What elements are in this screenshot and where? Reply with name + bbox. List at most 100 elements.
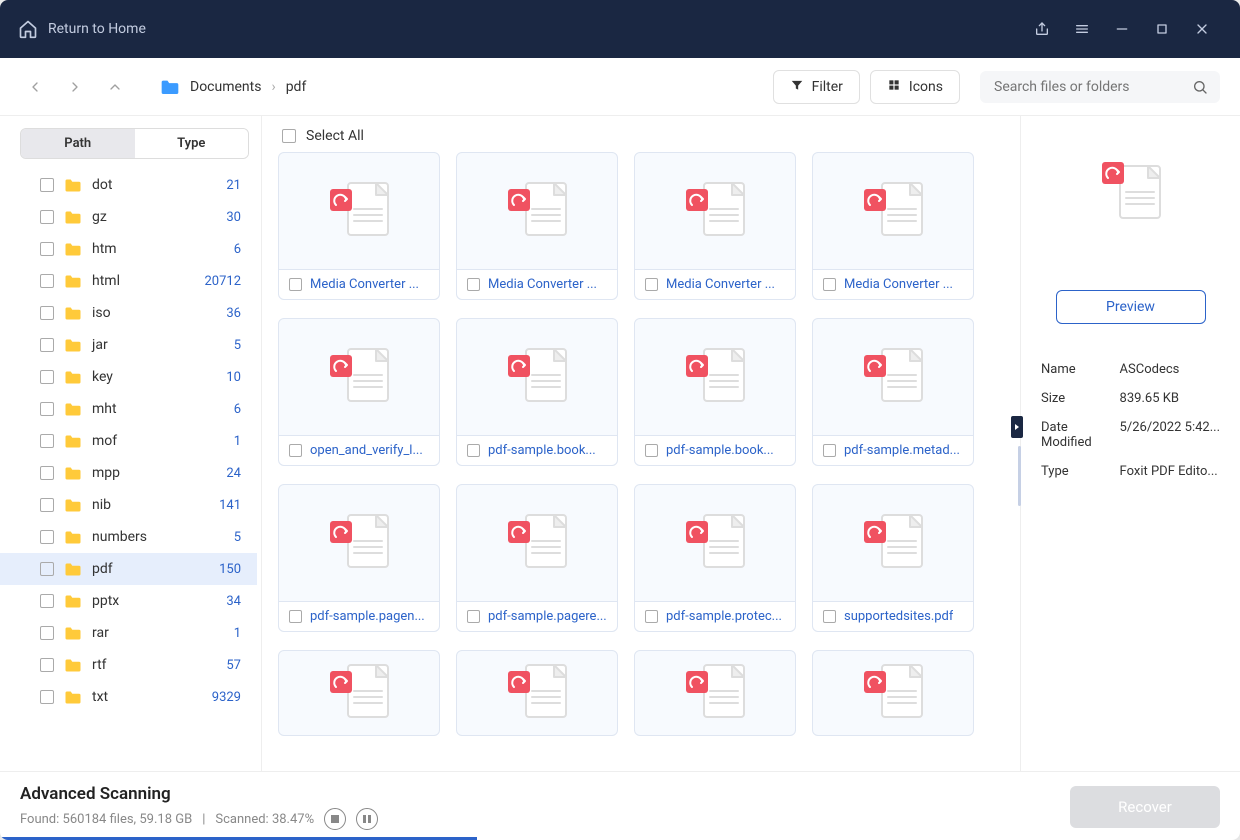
breadcrumb-item[interactable]: Documents [190, 79, 261, 95]
pdf-thumb-icon [635, 651, 795, 735]
up-button[interactable] [100, 72, 130, 102]
file-card[interactable]: open_and_verify_l... [278, 318, 440, 466]
file-card[interactable] [812, 650, 974, 736]
folder-checkbox[interactable] [40, 466, 54, 480]
folder-count: 21 [226, 178, 241, 193]
file-checkbox[interactable] [289, 610, 302, 623]
file-card[interactable]: Media Converter ... [812, 152, 974, 300]
stop-button[interactable] [324, 808, 346, 830]
select-all-row[interactable]: Select All [262, 116, 1020, 152]
maximize-button[interactable] [1142, 9, 1182, 49]
sidebar-item-gz[interactable]: gz30 [0, 201, 257, 233]
folder-checkbox[interactable] [40, 274, 54, 288]
file-checkbox[interactable] [645, 278, 658, 291]
pdf-thumb-icon [813, 485, 973, 601]
folder-checkbox[interactable] [40, 626, 54, 640]
sidebar-item-htm[interactable]: htm6 [0, 233, 257, 265]
file-card[interactable]: pdf-sample.metad... [812, 318, 974, 466]
share-icon[interactable] [1022, 9, 1062, 49]
view-mode-button[interactable]: Icons [870, 70, 960, 104]
recover-button[interactable]: Recover [1070, 786, 1220, 828]
file-checkbox[interactable] [289, 444, 302, 457]
file-name: pdf-sample.book... [666, 443, 774, 458]
sidebar-item-html[interactable]: html20712 [0, 265, 257, 297]
sidebar-item-rar[interactable]: rar1 [0, 617, 257, 649]
status-text: Advanced Scanning Found: 560184 files, 5… [20, 784, 378, 830]
file-checkbox[interactable] [823, 610, 836, 623]
tab-type[interactable]: Type [135, 129, 249, 158]
folder-checkbox[interactable] [40, 306, 54, 320]
file-checkbox[interactable] [467, 610, 480, 623]
file-checkbox[interactable] [823, 278, 836, 291]
file-checkbox[interactable] [645, 610, 658, 623]
folder-checkbox[interactable] [40, 658, 54, 672]
sidebar-item-numbers[interactable]: numbers5 [0, 521, 257, 553]
file-checkbox[interactable] [467, 444, 480, 457]
folder-name: numbers [92, 529, 224, 545]
file-grid-scroll[interactable]: Media Converter ...Media Converter ...Me… [262, 152, 1020, 771]
folder-checkbox[interactable] [40, 210, 54, 224]
file-card[interactable] [456, 650, 618, 736]
file-checkbox[interactable] [467, 278, 480, 291]
file-card[interactable]: supportedsites.pdf [812, 484, 974, 632]
preview-button[interactable]: Preview [1056, 290, 1206, 324]
collapse-handle[interactable] [1011, 416, 1023, 438]
sidebar-item-rtf[interactable]: rtf57 [0, 649, 257, 681]
file-card[interactable]: pdf-sample.pagen... [278, 484, 440, 632]
file-card[interactable]: pdf-sample.book... [634, 318, 796, 466]
sidebar-item-txt[interactable]: txt9329 [0, 681, 257, 713]
folder-checkbox[interactable] [40, 498, 54, 512]
file-card[interactable] [278, 650, 440, 736]
tab-path[interactable]: Path [21, 129, 135, 158]
back-button[interactable] [20, 72, 50, 102]
folder-checkbox[interactable] [40, 594, 54, 608]
folder-list[interactable]: dot21gz30htm6html20712iso36jar5key10mht6… [0, 169, 261, 771]
folder-checkbox[interactable] [40, 530, 54, 544]
folder-count: 1 [234, 434, 241, 449]
file-checkbox[interactable] [823, 444, 836, 457]
chevron-right-icon: › [271, 79, 275, 95]
return-home-link[interactable]: Return to Home [48, 21, 146, 37]
folder-checkbox[interactable] [40, 690, 54, 704]
file-card[interactable] [634, 650, 796, 736]
forward-button[interactable] [60, 72, 90, 102]
file-checkbox[interactable] [289, 278, 302, 291]
folder-checkbox[interactable] [40, 402, 54, 416]
minimize-button[interactable] [1102, 9, 1142, 49]
folder-checkbox[interactable] [40, 370, 54, 384]
folder-checkbox[interactable] [40, 242, 54, 256]
folder-checkbox[interactable] [40, 434, 54, 448]
file-checkbox[interactable] [645, 444, 658, 457]
sidebar-item-mof[interactable]: mof1 [0, 425, 257, 457]
search-icon [1192, 79, 1208, 95]
file-card[interactable]: pdf-sample.pagere... [456, 484, 618, 632]
file-card[interactable]: Media Converter ... [278, 152, 440, 300]
menu-icon[interactable] [1062, 9, 1102, 49]
file-card[interactable]: Media Converter ... [456, 152, 618, 300]
file-card[interactable]: pdf-sample.book... [456, 318, 618, 466]
folder-checkbox[interactable] [40, 338, 54, 352]
close-button[interactable] [1182, 9, 1222, 49]
sidebar-item-mht[interactable]: mht6 [0, 393, 257, 425]
sidebar-item-mpp[interactable]: mpp24 [0, 457, 257, 489]
search-input[interactable] [980, 71, 1220, 103]
file-card[interactable]: pdf-sample.protec... [634, 484, 796, 632]
folder-icon [160, 79, 180, 95]
sidebar-item-key[interactable]: key10 [0, 361, 257, 393]
sidebar-item-jar[interactable]: jar5 [0, 329, 257, 361]
select-all-checkbox[interactable] [282, 129, 296, 143]
breadcrumb-item[interactable]: pdf [286, 79, 307, 95]
metadata-table: NameASCodecs Size839.65 KB Date Modified… [1037, 354, 1224, 487]
sidebar-item-pptx[interactable]: pptx34 [0, 585, 257, 617]
sidebar-item-iso[interactable]: iso36 [0, 297, 257, 329]
sidebar-item-pdf[interactable]: pdf150 [0, 553, 257, 585]
filter-button[interactable]: Filter [773, 70, 860, 104]
file-card[interactable]: Media Converter ... [634, 152, 796, 300]
sidebar-item-nib[interactable]: nib141 [0, 489, 257, 521]
folder-checkbox[interactable] [40, 562, 54, 576]
sidebar-item-dot[interactable]: dot21 [0, 169, 257, 201]
file-name: pdf-sample.pagen... [310, 609, 425, 624]
pause-button[interactable] [356, 808, 378, 830]
folder-checkbox[interactable] [40, 178, 54, 192]
folder-icon [64, 370, 82, 384]
